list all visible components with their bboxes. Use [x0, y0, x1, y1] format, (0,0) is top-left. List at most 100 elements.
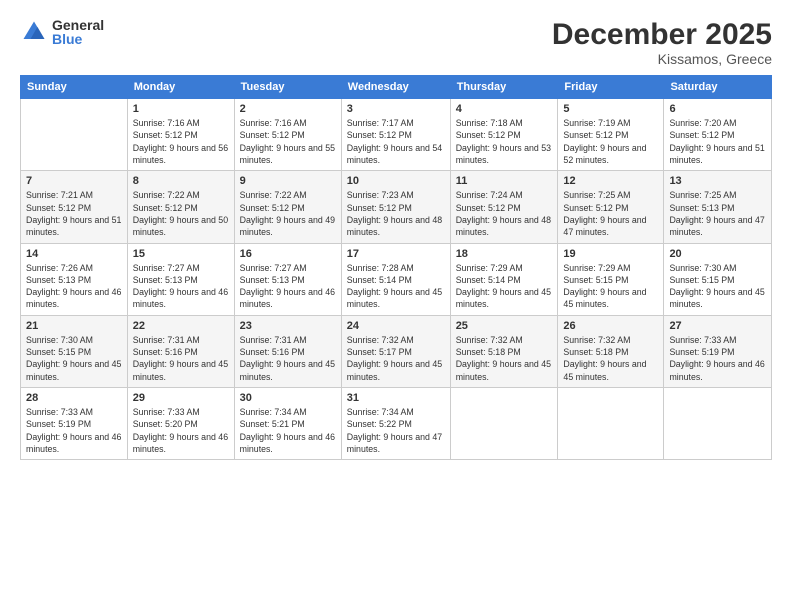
- day-info: Sunrise: 7:33 AMSunset: 5:19 PMDaylight:…: [26, 406, 122, 455]
- day-info: Sunrise: 7:25 AMSunset: 5:13 PMDaylight:…: [669, 189, 766, 238]
- day-info: Sunrise: 7:22 AMSunset: 5:12 PMDaylight:…: [240, 189, 336, 238]
- page: General Blue December 2025 Kissamos, Gre…: [0, 0, 792, 612]
- day-info: Sunrise: 7:27 AMSunset: 5:13 PMDaylight:…: [133, 262, 229, 311]
- calendar-cell: [450, 388, 558, 460]
- day-number: 17: [347, 248, 445, 260]
- day-number: 1: [133, 103, 229, 115]
- day-number: 7: [26, 175, 122, 187]
- day-info: Sunrise: 7:29 AMSunset: 5:15 PMDaylight:…: [563, 262, 658, 311]
- day-info: Sunrise: 7:16 AMSunset: 5:12 PMDaylight:…: [133, 117, 229, 166]
- day-number: 15: [133, 248, 229, 260]
- calendar-cell: 6 Sunrise: 7:20 AMSunset: 5:12 PMDaylight…: [664, 99, 772, 171]
- day-info: Sunrise: 7:21 AMSunset: 5:12 PMDaylight:…: [26, 189, 122, 238]
- calendar-cell: 4 Sunrise: 7:18 AMSunset: 5:12 PMDaylight…: [450, 99, 558, 171]
- calendar-cell: [21, 99, 128, 171]
- day-info: Sunrise: 7:20 AMSunset: 5:12 PMDaylight:…: [669, 117, 766, 166]
- day-info: Sunrise: 7:23 AMSunset: 5:12 PMDaylight:…: [347, 189, 445, 238]
- location-subtitle: Kissamos, Greece: [552, 51, 772, 67]
- weekday-header-tuesday: Tuesday: [234, 76, 341, 99]
- calendar-week-row: 28 Sunrise: 7:33 AMSunset: 5:19 PMDayligh…: [21, 388, 772, 460]
- calendar-cell: 8Sunrise: 7:22 AMSunset: 5:12 PMDaylight…: [127, 171, 234, 243]
- day-info: Sunrise: 7:32 AMSunset: 5:18 PMDaylight:…: [563, 334, 658, 383]
- day-number: 28: [26, 392, 122, 404]
- logo-icon: [20, 18, 48, 46]
- weekday-header-row: SundayMondayTuesdayWednesdayThursdayFrid…: [21, 76, 772, 99]
- calendar-cell: 25 Sunrise: 7:32 AMSunset: 5:18 PMDayligh…: [450, 315, 558, 387]
- calendar-cell: 16Sunrise: 7:27 AMSunset: 5:13 PMDayligh…: [234, 243, 341, 315]
- calendar-cell: 10Sunrise: 7:23 AMSunset: 5:12 PMDayligh…: [341, 171, 450, 243]
- day-number: 21: [26, 320, 122, 332]
- calendar-cell: 3 Sunrise: 7:17 AMSunset: 5:12 PMDaylight…: [341, 99, 450, 171]
- calendar-cell: 24Sunrise: 7:32 AMSunset: 5:17 PMDayligh…: [341, 315, 450, 387]
- day-number: 6: [669, 103, 766, 115]
- day-number: 24: [347, 320, 445, 332]
- day-info: Sunrise: 7:33 AMSunset: 5:20 PMDaylight:…: [133, 406, 229, 455]
- calendar-cell: 29 Sunrise: 7:33 AMSunset: 5:20 PMDayligh…: [127, 388, 234, 460]
- day-info: Sunrise: 7:16 AMSunset: 5:12 PMDaylight:…: [240, 117, 336, 166]
- day-number: 3: [347, 103, 445, 115]
- calendar-header: SundayMondayTuesdayWednesdayThursdayFrid…: [21, 76, 772, 99]
- day-number: 29: [133, 392, 229, 404]
- day-number: 25: [456, 320, 553, 332]
- calendar-week-row: 14 Sunrise: 7:26 AMSunset: 5:13 PMDayligh…: [21, 243, 772, 315]
- calendar-cell: 14 Sunrise: 7:26 AMSunset: 5:13 PMDayligh…: [21, 243, 128, 315]
- calendar-cell: 22 Sunrise: 7:31 AMSunset: 5:16 PMDayligh…: [127, 315, 234, 387]
- calendar-cell: 11 Sunrise: 7:24 AMSunset: 5:12 PMDayligh…: [450, 171, 558, 243]
- weekday-header-monday: Monday: [127, 76, 234, 99]
- calendar-cell: 20 Sunrise: 7:30 AMSunset: 5:15 PMDayligh…: [664, 243, 772, 315]
- day-info: Sunrise: 7:28 AMSunset: 5:14 PMDaylight:…: [347, 262, 445, 311]
- day-info: Sunrise: 7:24 AMSunset: 5:12 PMDaylight:…: [456, 189, 553, 238]
- day-info: Sunrise: 7:30 AMSunset: 5:15 PMDaylight:…: [669, 262, 766, 311]
- day-number: 31: [347, 392, 445, 404]
- day-number: 30: [240, 392, 336, 404]
- day-number: 13: [669, 175, 766, 187]
- calendar-cell: 2Sunrise: 7:16 AMSunset: 5:12 PMDaylight…: [234, 99, 341, 171]
- day-number: 19: [563, 248, 658, 260]
- day-number: 9: [240, 175, 336, 187]
- day-number: 20: [669, 248, 766, 260]
- day-info: Sunrise: 7:26 AMSunset: 5:13 PMDaylight:…: [26, 262, 122, 311]
- calendar-cell: 18Sunrise: 7:29 AMSunset: 5:14 PMDayligh…: [450, 243, 558, 315]
- weekday-header-saturday: Saturday: [664, 76, 772, 99]
- day-info: Sunrise: 7:29 AMSunset: 5:14 PMDaylight:…: [456, 262, 553, 311]
- day-number: 16: [240, 248, 336, 260]
- weekday-header-friday: Friday: [558, 76, 664, 99]
- day-number: 4: [456, 103, 553, 115]
- day-number: 22: [133, 320, 229, 332]
- header: General Blue December 2025 Kissamos, Gre…: [20, 18, 772, 67]
- calendar-cell: 26 Sunrise: 7:32 AMSunset: 5:18 PMDayligh…: [558, 315, 664, 387]
- calendar-cell: [558, 388, 664, 460]
- day-info: Sunrise: 7:34 AMSunset: 5:21 PMDaylight:…: [240, 406, 336, 455]
- day-info: Sunrise: 7:32 AMSunset: 5:18 PMDaylight:…: [456, 334, 553, 383]
- calendar-cell: 30 Sunrise: 7:34 AMSunset: 5:21 PMDayligh…: [234, 388, 341, 460]
- day-number: 23: [240, 320, 336, 332]
- weekday-header-wednesday: Wednesday: [341, 76, 450, 99]
- calendar-cell: 5Sunrise: 7:19 AMSunset: 5:12 PMDaylight…: [558, 99, 664, 171]
- day-info: Sunrise: 7:22 AMSunset: 5:12 PMDaylight:…: [133, 189, 229, 238]
- calendar-cell: 19 Sunrise: 7:29 AMSunset: 5:15 PMDayligh…: [558, 243, 664, 315]
- calendar-cell: 12 Sunrise: 7:25 AMSunset: 5:12 PMDayligh…: [558, 171, 664, 243]
- calendar-cell: 9 Sunrise: 7:22 AMSunset: 5:12 PMDaylight…: [234, 171, 341, 243]
- logo-blue-label: Blue: [52, 32, 104, 46]
- calendar-cell: 15 Sunrise: 7:27 AMSunset: 5:13 PMDayligh…: [127, 243, 234, 315]
- day-number: 12: [563, 175, 658, 187]
- calendar-cell: 21Sunrise: 7:30 AMSunset: 5:15 PMDayligh…: [21, 315, 128, 387]
- day-number: 14: [26, 248, 122, 260]
- day-info: Sunrise: 7:31 AMSunset: 5:16 PMDaylight:…: [133, 334, 229, 383]
- logo-text: General Blue: [52, 18, 104, 46]
- calendar-cell: 28 Sunrise: 7:33 AMSunset: 5:19 PMDayligh…: [21, 388, 128, 460]
- calendar-week-row: 1 Sunrise: 7:16 AMSunset: 5:12 PMDaylight…: [21, 99, 772, 171]
- day-number: 26: [563, 320, 658, 332]
- calendar-cell: 23Sunrise: 7:31 AMSunset: 5:16 PMDayligh…: [234, 315, 341, 387]
- day-info: Sunrise: 7:17 AMSunset: 5:12 PMDaylight:…: [347, 117, 445, 166]
- day-number: 27: [669, 320, 766, 332]
- title-block: December 2025 Kissamos, Greece: [552, 18, 772, 67]
- calendar-cell: 13 Sunrise: 7:25 AMSunset: 5:13 PMDayligh…: [664, 171, 772, 243]
- month-title: December 2025: [552, 18, 772, 51]
- calendar-cell: [664, 388, 772, 460]
- day-info: Sunrise: 7:25 AMSunset: 5:12 PMDaylight:…: [563, 189, 658, 238]
- logo: General Blue: [20, 18, 104, 46]
- calendar-week-row: 7 Sunrise: 7:21 AMSunset: 5:12 PMDaylight…: [21, 171, 772, 243]
- day-info: Sunrise: 7:18 AMSunset: 5:12 PMDaylight:…: [456, 117, 553, 166]
- day-number: 11: [456, 175, 553, 187]
